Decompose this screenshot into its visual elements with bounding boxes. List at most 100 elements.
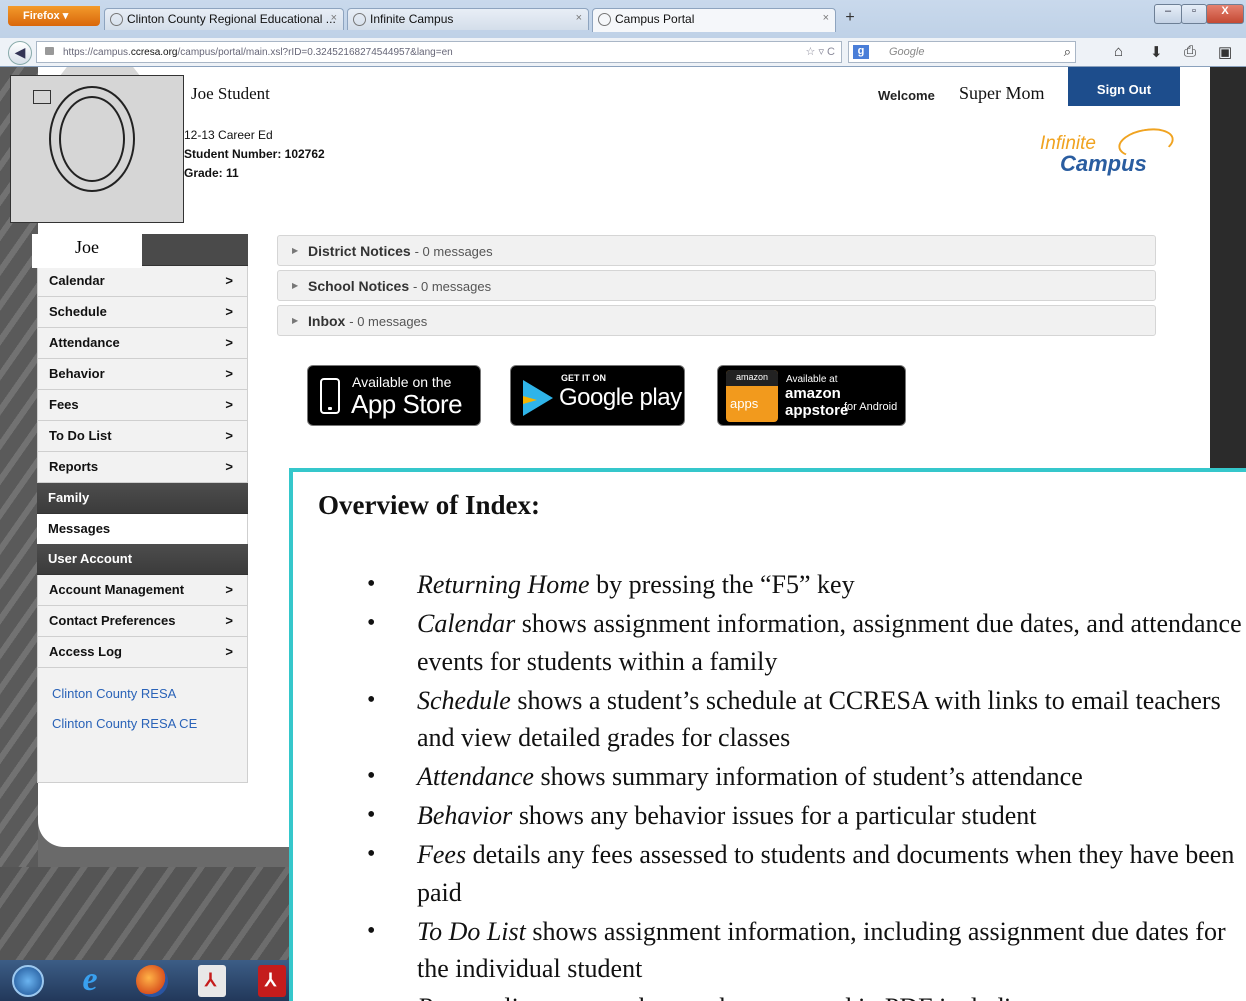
sign-out-button[interactable]: Sign Out [1068,67,1180,106]
acrobat-mark-icon: ⅄ [205,970,216,990]
overview-text: details any fees assessed to students an… [417,840,1235,907]
print-icon[interactable]: ⎙ [1184,43,1196,60]
window-close-button[interactable]: X [1206,4,1244,24]
sidebar: Calendar > Schedule > Attendance > Behavior… [37,234,248,783]
tab-label: Infinite Campus [370,12,454,26]
acrobat-mark-icon: ⅄ [265,970,276,990]
list-item: Reports lists reports that can be genera… [367,989,1246,1001]
back-arrow-icon[interactable]: ◀ [8,41,32,65]
welcome-label: Welcome [878,88,935,103]
district-notices-panel[interactable]: ▶ District Notices - 0 messages [277,235,1156,266]
tab-campus-portal[interactable]: Campus Portal × [592,8,836,32]
chevron-right-icon: > [225,582,233,597]
minimize-button[interactable]: – [1154,4,1182,24]
firefox-menu-label: Firefox [23,10,60,22]
sidebar-item-fees[interactable]: Fees > [37,390,248,421]
google-play-badge[interactable]: GET IT ON Google play [510,365,685,426]
sidebar-item-access-log[interactable]: Access Log > [37,637,248,668]
overview-text: lists reports that can be generated in P… [498,993,1037,1001]
student-grade: Grade: 11 [184,166,239,180]
sidebar-item-label: Calendar [49,273,105,288]
acrobat-icon[interactable]: ⅄ [258,965,286,997]
tab-close-icon[interactable]: × [823,12,829,24]
tab-close-icon[interactable]: × [331,12,337,24]
google-search-engine-icon[interactable]: g [853,45,869,59]
sidebar-student-name: Joe [32,234,142,268]
firefox-menu-button[interactable]: Firefox ▾ [8,6,100,26]
bookmark-star-icon[interactable]: ☆ ▿ C [806,45,835,58]
amazon-logo-text: amazon [726,370,778,386]
firefox-icon[interactable] [136,965,168,997]
user-name: Super Mom [959,83,1045,103]
phone-icon [320,378,340,414]
overview-term: Behavior [417,801,513,830]
loading-favicon-icon [353,13,366,26]
navigation-toolbar: ◀ https://campus.ccresa.org/campus/porta… [0,38,1246,66]
sidebar-item-label: Contact Preferences [49,613,176,628]
internet-explorer-icon[interactable]: e [74,963,106,997]
tab-clinton-county[interactable]: Clinton County Regional Educational ... … [104,8,344,30]
sidebar-item-attendance[interactable]: Attendance > [37,328,248,359]
portal-page: Joe Student 12-13 Career Ed Student Numb… [0,67,1246,1001]
app-store-badge[interactable]: Available on the App Store [307,365,481,426]
overview-term: Reports [417,993,498,1001]
search-icon[interactable]: ⌕ [1064,44,1071,60]
page-right-edge [1210,67,1246,477]
list-item: Schedule shows a student’s schedule at C… [367,682,1246,757]
chevron-right-icon: > [225,428,233,443]
chevron-right-icon: > [225,397,233,412]
overview-panel: Overview of Index: Returning Home by pre… [289,468,1246,1001]
school-notices-panel[interactable]: ▶ School Notices - 0 messages [277,270,1156,301]
inbox-panel[interactable]: ▶ Inbox - 0 messages [277,305,1156,336]
sidebar-item-contact-preferences[interactable]: Contact Preferences > [37,606,248,637]
tab-close-icon[interactable]: × [576,12,582,24]
appstore-small-text: Available on the [352,374,452,390]
expand-triangle-icon: ▶ [292,316,299,325]
tab-infinite-campus[interactable]: Infinite Campus × [347,8,589,30]
overview-title: Overview of Index: [318,490,540,520]
search-input[interactable]: g Google ⌕ [848,41,1076,63]
sidebar-item-label: Reports [49,459,99,474]
download-icon[interactable]: ⬇ [1150,43,1163,61]
expand-triangle-icon: ▶ [292,281,299,290]
amazon-apps-icon: amazon apps [726,370,778,422]
browser-chrome: Firefox ▾ Clinton County Regional Educat… [0,0,1246,67]
sidebar-item-schedule[interactable]: Schedule > [37,297,248,328]
list-item: To Do List shows assignment information,… [367,913,1246,988]
address-bar[interactable]: https://campus.ccresa.org/campus/portal/… [36,41,842,63]
sidebar-item-label: Attendance [49,335,120,350]
appstore-big-text: App Store [351,389,463,419]
link-clinton-county-resa[interactable]: Clinton County RESA [38,686,247,716]
amazon-small-text: Available at [786,374,838,385]
notice-title: Inbox [308,313,346,329]
overview-term: Returning Home [417,570,590,599]
new-tab-button[interactable]: + [839,9,861,29]
sidebar-item-behavior[interactable]: Behavior > [37,359,248,390]
overview-term: Schedule [417,685,511,715]
link-clinton-county-resa-ce[interactable]: Clinton County RESA CE [38,716,247,746]
windows-taskbar: e ⅄ ⅄ [0,960,295,1001]
windows-start-icon[interactable] [12,965,44,997]
chevron-right-icon: > [225,366,233,381]
acrobat-reader-icon[interactable]: ⅄ [198,965,226,997]
amazon-appstore-badge[interactable]: amazon apps Available at amazon appstore… [717,365,906,426]
bookmarks-menu-icon[interactable]: ▣ [1218,43,1232,61]
camera-flash-icon [33,90,51,104]
sidebar-links: Clinton County RESA Clinton County RESA … [37,668,248,783]
sidebar-item-calendar[interactable]: Calendar > [37,266,248,297]
home-icon[interactable]: ⌂ [1114,43,1123,60]
sidebar-item-label: Fees [49,397,79,412]
search-placeholder: Google [889,46,925,58]
notice-title: District Notices [308,243,411,259]
sidebar-item-reports[interactable]: Reports > [37,452,248,483]
sidebar-item-messages[interactable]: Messages [37,514,248,544]
sidebar-item-todo-list[interactable]: To Do List > [37,421,248,452]
maximize-button[interactable]: ▫ [1181,4,1207,24]
sidebar-item-account-management[interactable]: Account Management > [37,575,248,606]
google-play-icon [523,380,553,416]
amazon-for-android-text: for Android [844,401,898,413]
student-name: Joe Student [191,84,270,103]
notice-title: School Notices [308,278,410,294]
sidebar-item-label: Behavior [49,366,105,381]
chevron-right-icon: > [225,459,233,474]
